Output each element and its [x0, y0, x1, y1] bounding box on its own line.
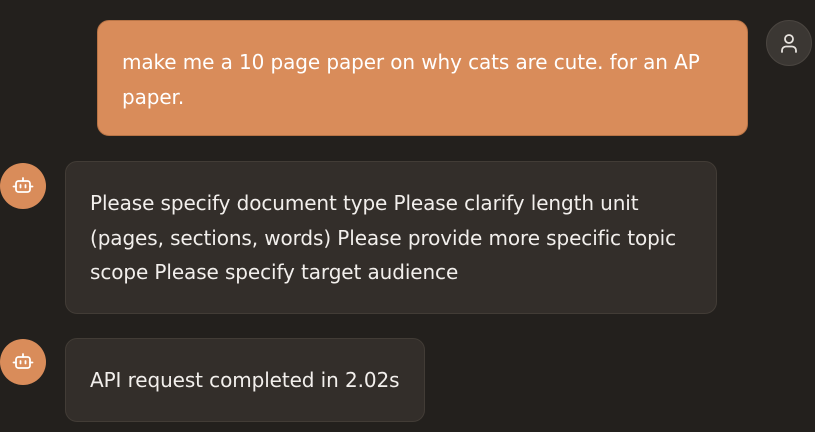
user-message-bubble: make me a 10 page paper on why cats are … — [97, 20, 748, 136]
bot-status-text: API request completed in 2.02s — [90, 368, 400, 392]
user-message-text: make me a 10 page paper on why cats are … — [122, 50, 700, 109]
robot-icon — [12, 177, 34, 193]
robot-icon — [12, 353, 34, 369]
user-avatar — [766, 20, 812, 66]
bot-message-text: Please specify document type Please clar… — [90, 191, 677, 284]
bot-message-bubble: Please specify document type Please clar… — [65, 161, 717, 314]
bot-avatar — [0, 339, 46, 385]
person-icon — [781, 34, 797, 53]
bot-avatar — [0, 163, 46, 209]
bot-status-message-bubble: API request completed in 2.02s — [65, 338, 425, 422]
chat-window: make me a 10 page paper on why cats are … — [0, 0, 815, 432]
